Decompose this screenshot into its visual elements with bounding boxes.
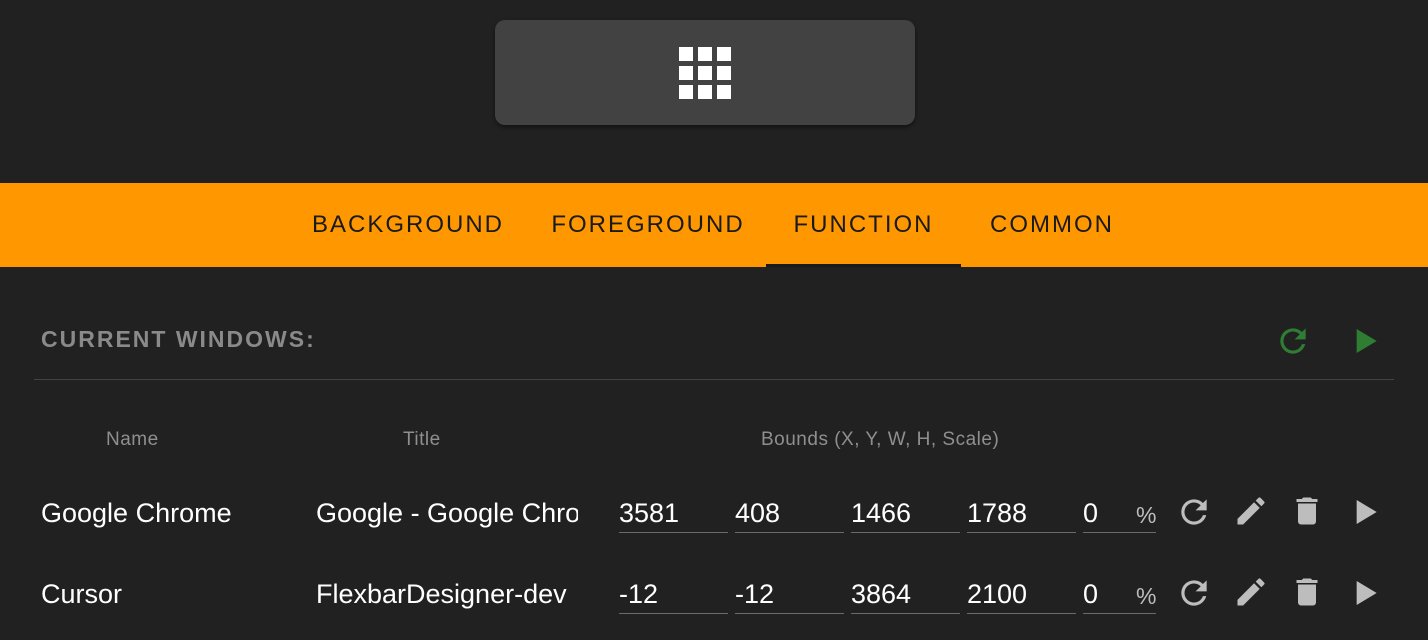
bounds-y-field[interactable]: 408 <box>735 494 844 533</box>
column-header-bounds: Bounds (X, Y, W, H, Scale) <box>761 429 1000 450</box>
tab-bar: BACKGROUND FOREGROUND FUNCTION COMMON <box>0 183 1428 267</box>
tab-function[interactable]: FUNCTION <box>766 183 961 267</box>
play-icon[interactable] <box>1350 495 1382 529</box>
bounds-h-field[interactable]: 2100 <box>967 575 1076 614</box>
play-icon[interactable] <box>1350 576 1382 610</box>
window-title: Google - Google Chrome <box>316 498 578 528</box>
scale-unit-label: % <box>1136 583 1157 609</box>
window-name: Cursor <box>41 579 123 609</box>
pencil-icon[interactable] <box>1233 574 1269 610</box>
bounds-h-field[interactable]: 1788 <box>967 494 1076 533</box>
window-title: FlexbarDesigner-dev <box>316 579 567 609</box>
table-row: Google Chrome Google - Google Chrome 358… <box>0 474 1428 554</box>
refresh-icon[interactable] <box>1274 322 1312 360</box>
refresh-icon[interactable] <box>1175 574 1213 612</box>
window-name: Google Chrome <box>41 498 232 528</box>
column-header-name: Name <box>106 429 159 450</box>
grid-icon <box>679 46 731 99</box>
column-header-title: Title <box>403 429 441 450</box>
trash-icon[interactable] <box>1289 574 1325 610</box>
bounds-y-field[interactable]: -12 <box>735 575 844 614</box>
section-divider <box>34 379 1394 380</box>
play-icon[interactable] <box>1350 324 1382 358</box>
section-title: CURRENT WINDOWS: <box>41 326 316 352</box>
tab-background[interactable]: BACKGROUND <box>300 183 516 267</box>
table-row: Cursor FlexbarDesigner-dev -12 -12 3864 … <box>0 555 1428 635</box>
bounds-x-field[interactable]: 3581 <box>619 494 728 533</box>
trash-icon[interactable] <box>1289 493 1325 529</box>
pencil-icon[interactable] <box>1233 493 1269 529</box>
grid-layout-button[interactable] <box>495 20 915 125</box>
tab-foreground[interactable]: FOREGROUND <box>538 183 758 267</box>
bounds-w-field[interactable]: 1466 <box>851 494 960 533</box>
bounds-w-field[interactable]: 3864 <box>851 575 960 614</box>
tab-common[interactable]: COMMON <box>972 183 1132 267</box>
bounds-x-field[interactable]: -12 <box>619 575 728 614</box>
scale-unit-label: % <box>1136 502 1157 528</box>
refresh-icon[interactable] <box>1175 493 1213 531</box>
